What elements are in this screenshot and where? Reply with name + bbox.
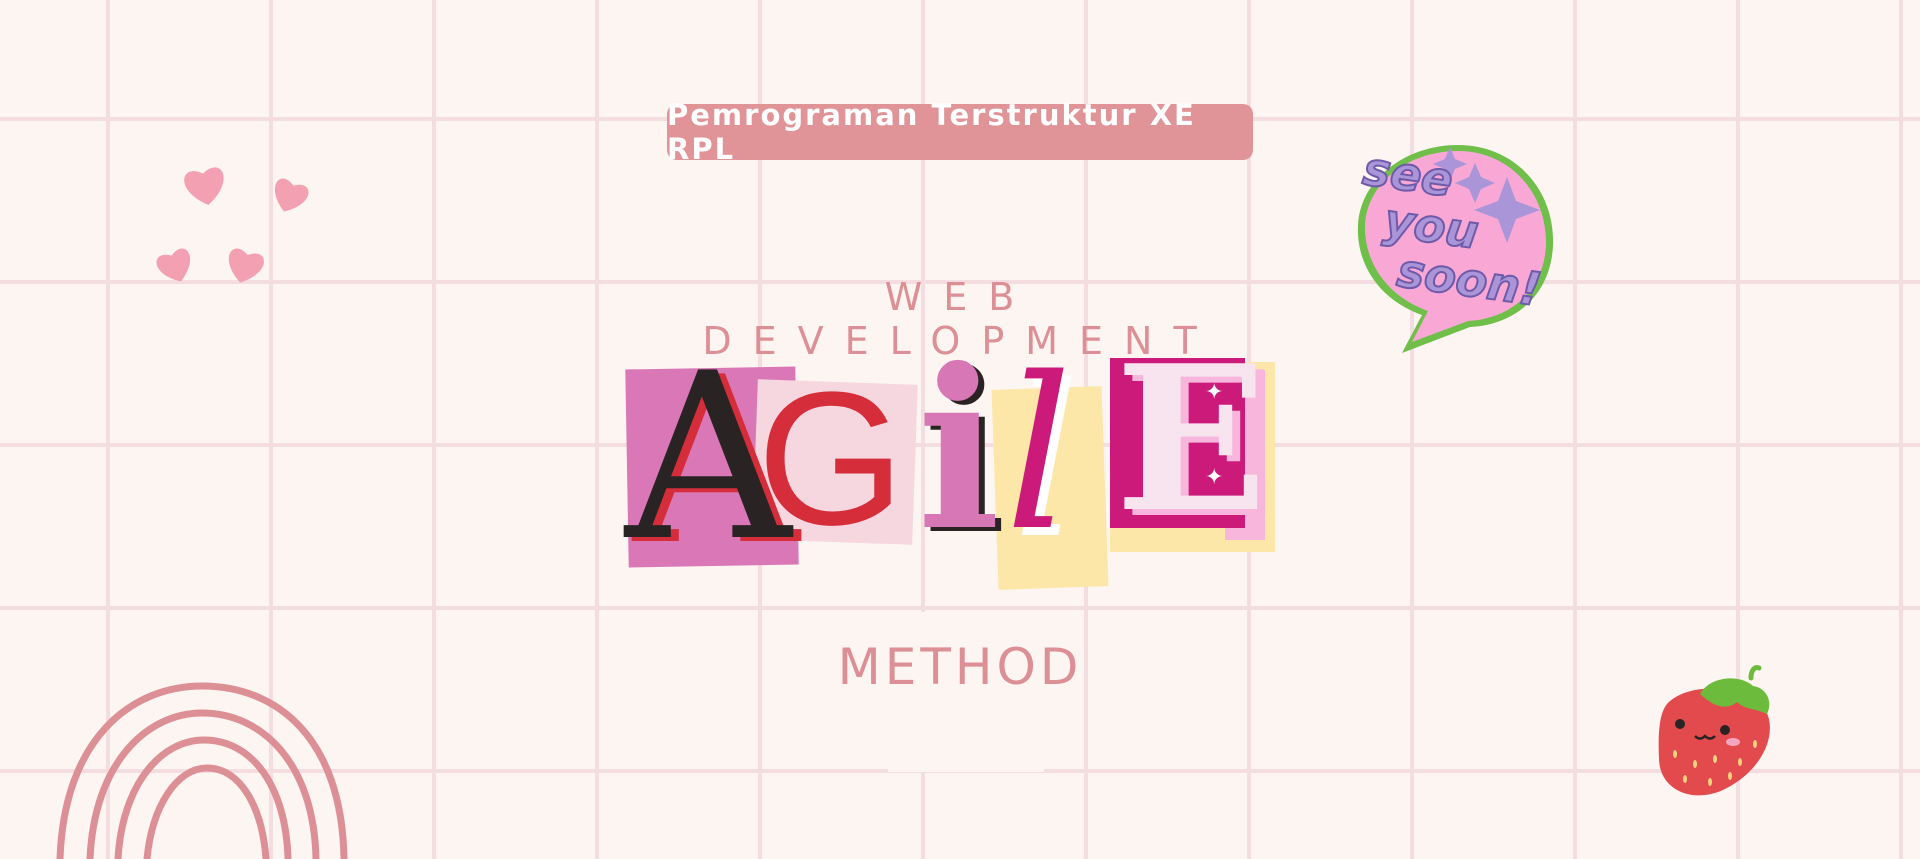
title-letter-g: G	[757, 353, 905, 565]
sparkle-icon: ✦	[1205, 465, 1224, 490]
strawberry-icon	[1658, 665, 1770, 796]
title-letter-l: l	[1005, 332, 1073, 577]
course-title: Pemrograman Terstruktur XE RPL	[667, 98, 1196, 166]
sparkle-icon: ✦	[1205, 380, 1224, 405]
title-letter-i: i	[917, 320, 1001, 579]
course-title-badge: Pemrograman Terstruktur XE RPL	[667, 98, 1253, 166]
rainbow-icon	[56, 682, 348, 859]
title-word: A A G i i l l E E ✦ ✦	[625, 340, 1275, 590]
method-label: METHOD	[837, 638, 1083, 696]
title-letter-e: E	[1115, 322, 1268, 557]
hearts-icon	[156, 167, 309, 283]
slide: Pemrograman Terstruktur XE RPL WEB DEVEL…	[0, 0, 1920, 859]
see-you-soon-sticker: see you soon!	[1350, 135, 1565, 360]
